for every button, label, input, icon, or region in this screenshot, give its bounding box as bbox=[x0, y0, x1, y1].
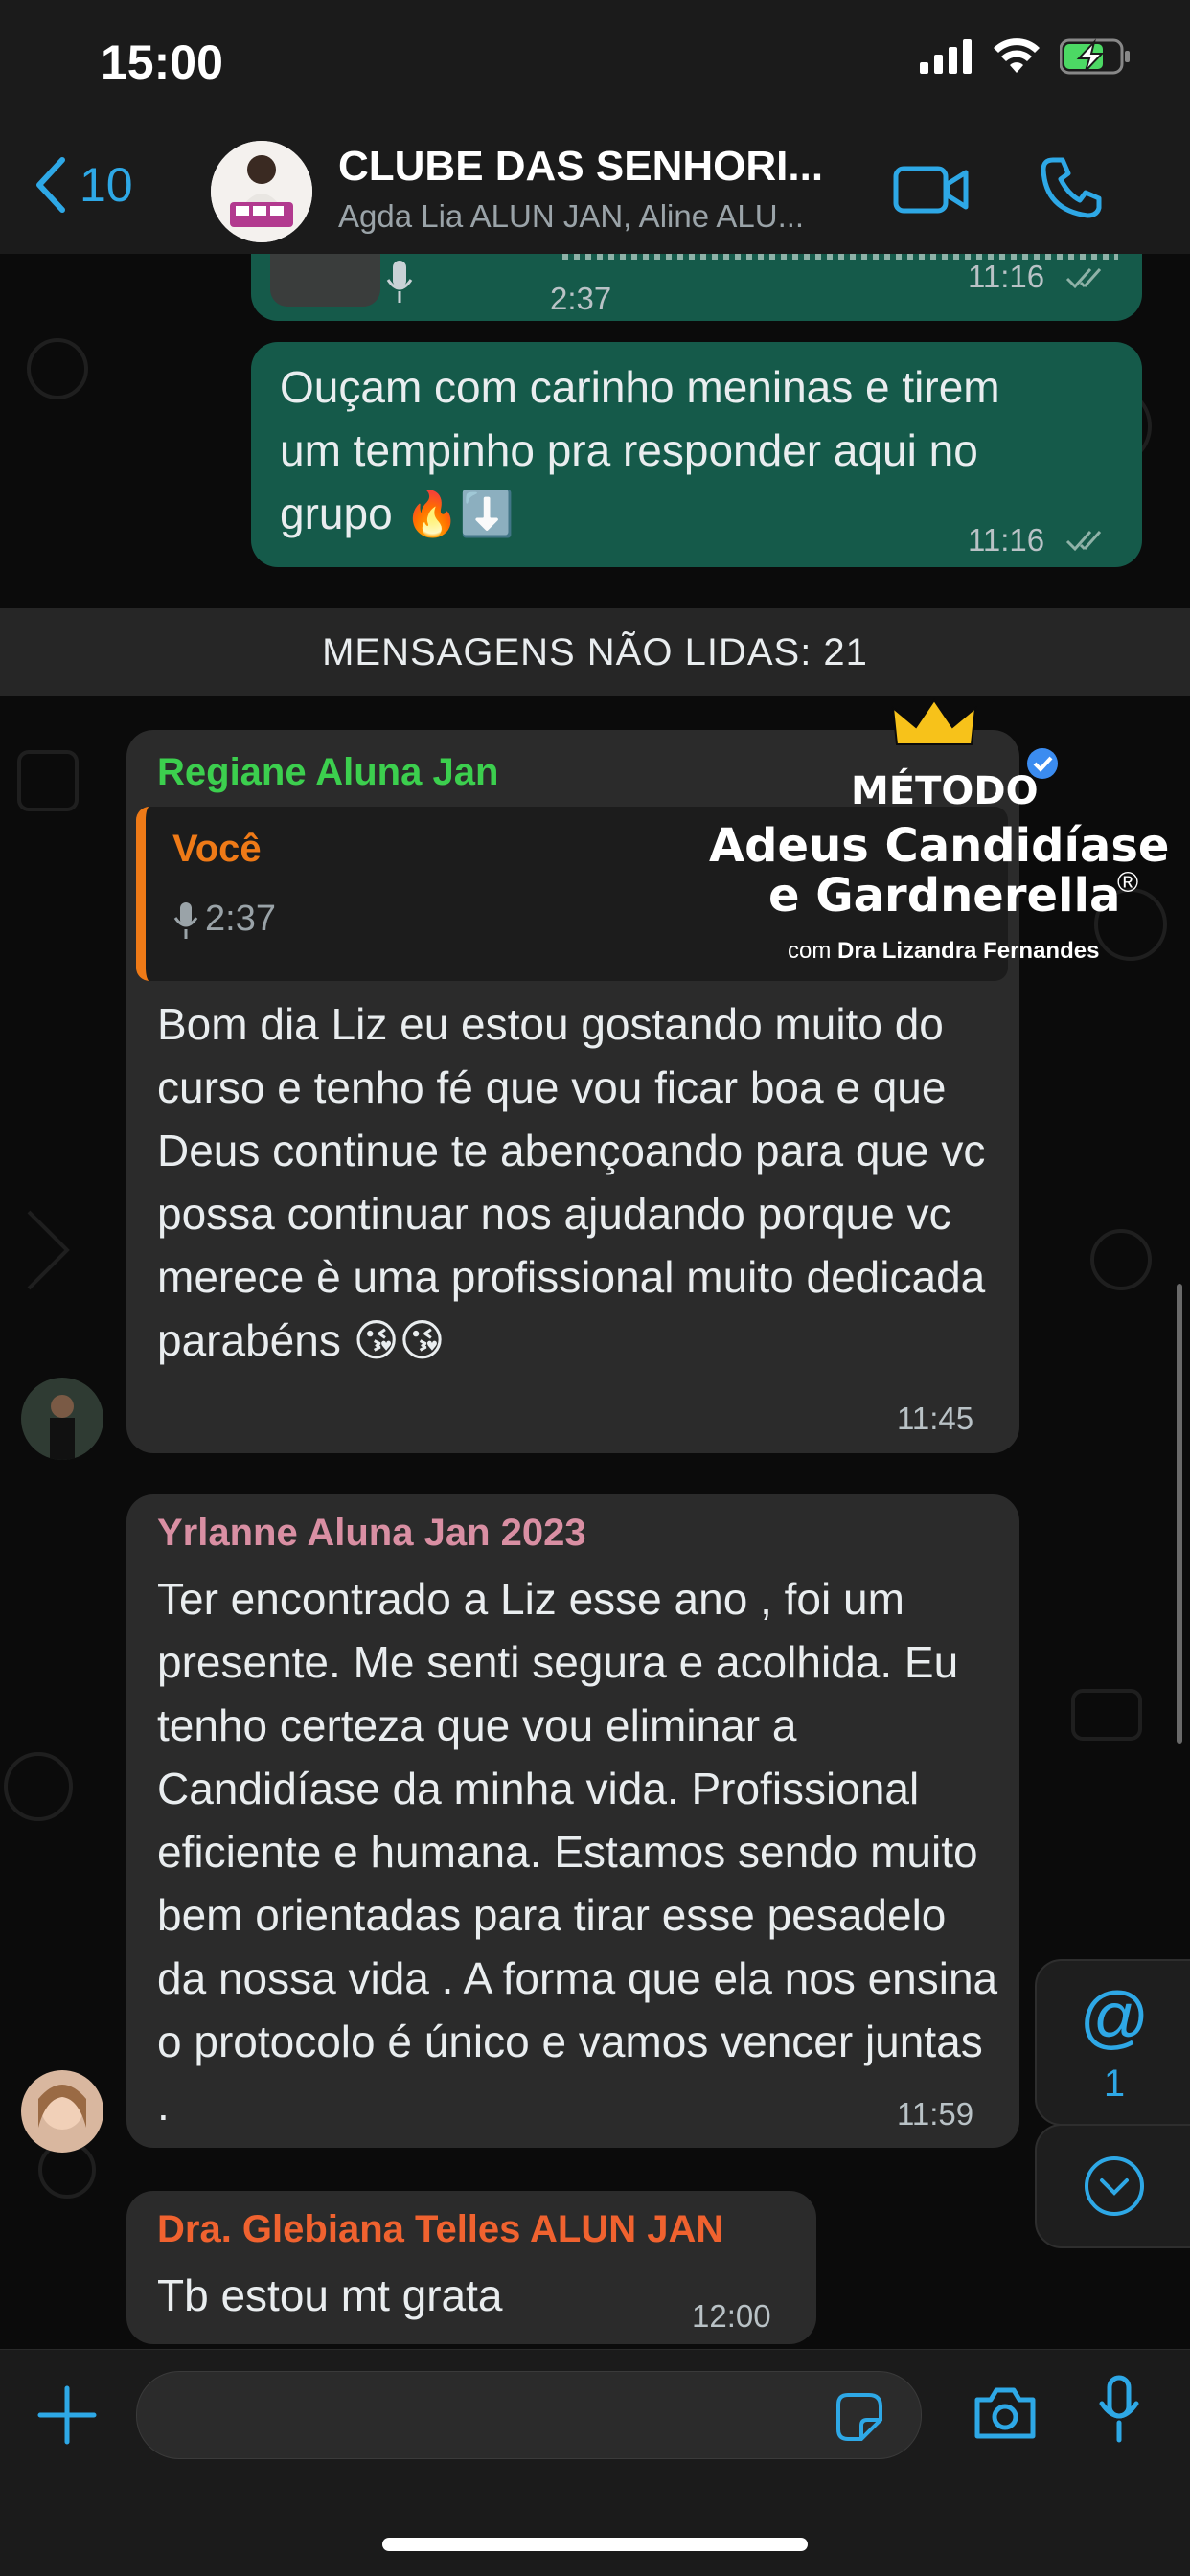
message-time: 11:45 bbox=[897, 1401, 974, 1436]
status-icons bbox=[920, 38, 1133, 75]
logo-title-line2: e Gardnerella bbox=[768, 869, 1121, 923]
back-button[interactable]: 10 bbox=[34, 156, 133, 214]
message-text: Bom dia Liz eu estou gostando muito do c… bbox=[157, 999, 986, 1365]
logo-byline-prefix: com bbox=[788, 938, 832, 964]
avatar-regiane[interactable] bbox=[21, 1378, 103, 1460]
signal-icon bbox=[920, 39, 972, 74]
unread-divider: MENSAGENS NÃO LIDAS: 21 bbox=[0, 608, 1190, 696]
outgoing-message[interactable]: Ouçam com carinho meninas e tirem um tem… bbox=[251, 342, 1142, 567]
logo-metodo: MÉTODO bbox=[851, 769, 1039, 813]
video-call-button[interactable] bbox=[893, 161, 970, 223]
microphone-icon bbox=[173, 902, 198, 939]
crown-icon bbox=[891, 698, 977, 745]
avatar-yrlanne[interactable] bbox=[21, 2070, 103, 2153]
double-check-icon bbox=[1065, 531, 1102, 552]
battery-charging-icon bbox=[1060, 38, 1130, 75]
course-logo-overlay: MÉTODO Adeus Candidíase e Gardnerella ® … bbox=[671, 696, 1169, 984]
chat-header: 10 CLUBE DAS SENHORI... Agda Lia ALUN JA… bbox=[0, 129, 1190, 255]
message-input-bar bbox=[0, 2349, 1190, 2576]
message-text: Ter encontrado a Liz esse ano , foi um p… bbox=[157, 1574, 998, 2130]
message-text: Tb estou mt grata bbox=[157, 2270, 503, 2320]
logo-title-line1: Adeus Candidíase bbox=[709, 819, 1170, 873]
sender-name: Dra. Glebiana Telles ALUN JAN bbox=[157, 2208, 724, 2250]
voice-call-button[interactable] bbox=[1040, 156, 1103, 224]
home-indicator[interactable] bbox=[382, 2538, 808, 2551]
status-bar: 15:00 bbox=[0, 0, 1190, 129]
message-input[interactable] bbox=[136, 2371, 922, 2459]
chat-title[interactable]: CLUBE DAS SENHORI... bbox=[338, 143, 875, 191]
quote-audio-duration: 2:37 bbox=[205, 899, 276, 939]
wifi-icon bbox=[994, 38, 1040, 73]
message-time: 12:00 bbox=[692, 2298, 771, 2334]
double-check-icon bbox=[1065, 268, 1102, 289]
message-text: Ouçam com carinho meninas e tirem um tem… bbox=[280, 362, 1000, 538]
quote-author: Você bbox=[172, 828, 262, 870]
chat-members[interactable]: Agda Lia ALUN JAN, Aline ALU... bbox=[338, 198, 875, 235]
sender-name: Yrlanne Aluna Jan 2023 bbox=[157, 1512, 586, 1554]
audio-thumbnail bbox=[270, 254, 380, 307]
microphone-icon bbox=[386, 261, 413, 303]
chevron-left-icon bbox=[36, 157, 65, 213]
scroll-to-bottom-button[interactable] bbox=[1035, 2124, 1190, 2248]
audio-duration: 2:37 bbox=[550, 281, 612, 316]
audio-message-outgoing[interactable]: 2:37 11:16 bbox=[251, 254, 1142, 321]
camera-icon bbox=[974, 2387, 1036, 2439]
message-time: 11:16 bbox=[968, 259, 1045, 294]
mention-at-icon: @ bbox=[1079, 1979, 1150, 2056]
group-avatar-image bbox=[211, 141, 312, 242]
incoming-message-yrlanne[interactable]: Yrlanne Aluna Jan 2023 Ter encontrado a … bbox=[126, 1494, 1019, 2148]
incoming-message-glebiana[interactable]: Dra. Glebiana Telles ALUN JAN Tb estou m… bbox=[126, 2191, 816, 2344]
sticker-icon[interactable] bbox=[833, 2391, 884, 2443]
video-camera-icon bbox=[893, 166, 969, 214]
chevron-down-circle-icon bbox=[1085, 2156, 1144, 2216]
message-time: 11:59 bbox=[897, 2096, 974, 2131]
voice-record-button[interactable] bbox=[1098, 2375, 1140, 2449]
group-avatar[interactable] bbox=[211, 141, 312, 242]
logo-byline-name: Dra Lizandra Fernandes bbox=[837, 938, 1100, 964]
microphone-icon bbox=[1099, 2375, 1139, 2443]
chat-area[interactable]: 2:37 11:16 Ouçam com carinho meninas e t… bbox=[0, 254, 1190, 2349]
status-time: 15:00 bbox=[101, 35, 223, 89]
unread-chats-count: 10 bbox=[80, 158, 133, 212]
attach-button[interactable] bbox=[36, 2384, 98, 2451]
logo-byline: com Dra Lizandra Fernandes bbox=[788, 938, 1099, 965]
mention-count: 1 bbox=[1103, 2063, 1126, 2105]
phone-icon bbox=[1041, 157, 1102, 218]
sender-name: Regiane Aluna Jan bbox=[157, 751, 499, 793]
mentions-button[interactable]: @ 1 bbox=[1035, 1959, 1190, 2126]
camera-button[interactable] bbox=[972, 2384, 1039, 2447]
message-time: 11:16 bbox=[968, 522, 1045, 558]
registered-mark: ® bbox=[1117, 867, 1139, 899]
plus-icon bbox=[37, 2385, 97, 2445]
scroll-indicator[interactable] bbox=[1177, 1284, 1182, 1744]
